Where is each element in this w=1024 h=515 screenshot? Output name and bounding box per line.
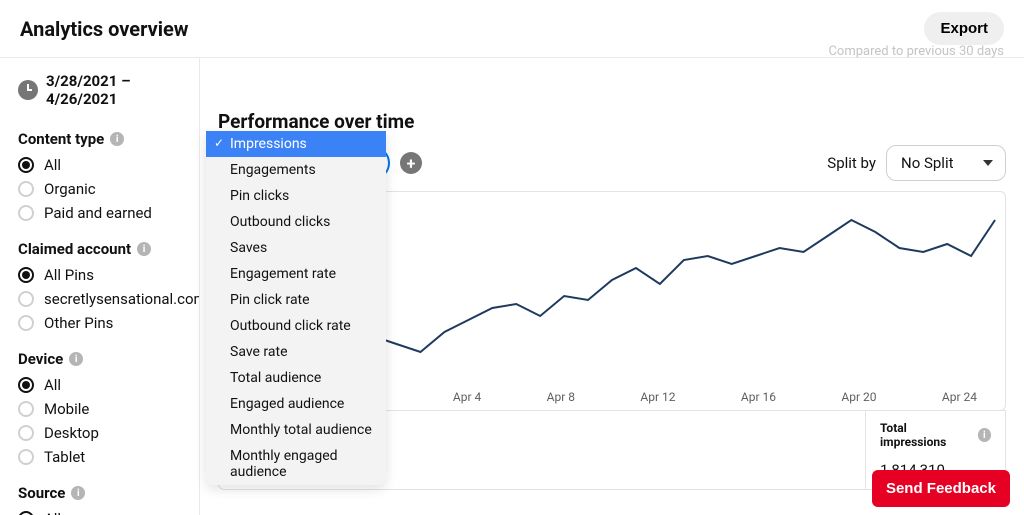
radio-desktop[interactable]: Desktop xyxy=(18,424,181,442)
radio-domain[interactable]: secretlysensational.com xyxy=(18,290,181,308)
info-icon[interactable]: i xyxy=(69,352,83,366)
dropdown-item[interactable]: Outbound click rate xyxy=(206,313,386,339)
radio-all-pins[interactable]: All Pins xyxy=(18,266,181,284)
dropdown-item[interactable]: Engagements xyxy=(206,157,386,183)
info-icon[interactable]: i xyxy=(71,486,85,500)
radio-icon xyxy=(18,205,34,221)
section-title: Performance over time xyxy=(218,110,1006,133)
add-metric-button[interactable]: + xyxy=(400,152,422,174)
dropdown-item[interactable]: Saves xyxy=(206,235,386,261)
dropdown-item[interactable]: Monthly total audience xyxy=(206,417,386,443)
metric-dropdown[interactable]: ImpressionsEngagementsPin clicksOutbound… xyxy=(206,131,386,485)
date-range-picker[interactable]: 3/28/2021 – 4/26/2021 xyxy=(18,72,181,108)
radio-paid-earned[interactable]: Paid and earned xyxy=(18,204,181,222)
radio-icon xyxy=(18,377,34,393)
x-tick: Apr 8 xyxy=(547,390,575,404)
radio-icon xyxy=(18,181,34,197)
page-title: Analytics overview xyxy=(20,17,188,41)
dropdown-item[interactable]: Pin click rate xyxy=(206,287,386,313)
radio-source-all[interactable]: All xyxy=(18,510,181,515)
x-tick: Apr 24 xyxy=(942,390,977,404)
dropdown-item[interactable]: Impressions xyxy=(206,131,386,157)
filter-source: Source i All Your Pins Other Pins xyxy=(18,484,181,515)
radio-icon xyxy=(18,425,34,441)
dropdown-item[interactable]: Pin clicks xyxy=(206,183,386,209)
radio-other-pins[interactable]: Other Pins xyxy=(18,314,181,332)
radio-icon xyxy=(18,401,34,417)
filter-device: Device i All Mobile Desktop Tablet xyxy=(18,350,181,466)
export-button[interactable]: Export xyxy=(924,12,1004,45)
comparison-note: Compared to previous 30 days xyxy=(828,44,1004,59)
dropdown-item[interactable]: Monthly engaged audience xyxy=(206,443,386,485)
radio-icon xyxy=(18,511,34,515)
filter-content-type: Content type i All Organic Paid and earn… xyxy=(18,130,181,222)
sidebar: 3/28/2021 – 4/26/2021 Content type i All… xyxy=(0,58,200,515)
radio-icon xyxy=(18,157,34,173)
dropdown-item[interactable]: Engagement rate xyxy=(206,261,386,287)
x-tick: Apr 16 xyxy=(741,390,776,404)
radio-tablet[interactable]: Tablet xyxy=(18,448,181,466)
split-by-select[interactable]: No Split xyxy=(886,145,1006,181)
split-by-label: Split by xyxy=(827,154,876,172)
x-tick: Apr 12 xyxy=(640,390,675,404)
radio-icon xyxy=(18,291,34,307)
x-tick: Apr 20 xyxy=(841,390,876,404)
dropdown-item[interactable]: Total audience xyxy=(206,365,386,391)
radio-icon xyxy=(18,449,34,465)
radio-mobile[interactable]: Mobile xyxy=(18,400,181,418)
dropdown-item[interactable]: Outbound clicks xyxy=(206,209,386,235)
x-tick: Apr 4 xyxy=(453,390,481,404)
radio-icon xyxy=(18,267,34,283)
info-icon[interactable]: i xyxy=(978,428,991,442)
filter-title: Device xyxy=(18,350,63,368)
radio-all[interactable]: All xyxy=(18,156,181,174)
info-icon[interactable]: i xyxy=(137,242,151,256)
chevron-down-icon xyxy=(983,160,993,166)
filter-title: Source xyxy=(18,484,65,502)
total-impressions-header: Total impressions xyxy=(880,421,972,449)
radio-icon xyxy=(18,315,34,331)
send-feedback-button[interactable]: Send Feedback xyxy=(872,470,1010,507)
filter-title: Claimed account xyxy=(18,240,131,258)
filter-title: Content type xyxy=(18,130,104,148)
info-icon[interactable]: i xyxy=(110,132,124,146)
radio-device-all[interactable]: All xyxy=(18,376,181,394)
dropdown-item[interactable]: Engaged audience xyxy=(206,391,386,417)
date-range-label: 3/28/2021 – 4/26/2021 xyxy=(46,72,181,108)
filter-claimed-account: Claimed account i All Pins secretlysensa… xyxy=(18,240,181,332)
dropdown-item[interactable]: Save rate xyxy=(206,339,386,365)
clock-icon xyxy=(18,80,38,100)
radio-organic[interactable]: Organic xyxy=(18,180,181,198)
